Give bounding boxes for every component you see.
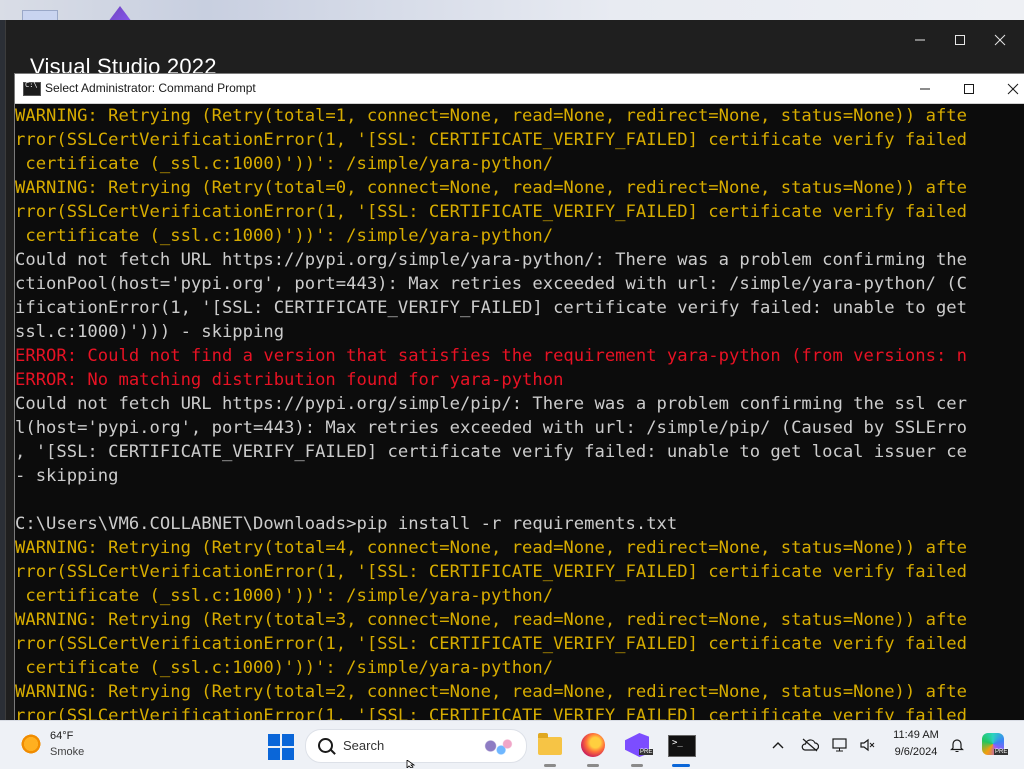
onedrive-tray-button[interactable] (800, 735, 820, 755)
terminal-icon (668, 735, 696, 757)
console-line: rror(SSLCertVerificationError(1, '[SSL: … (15, 130, 967, 150)
cloud-offline-icon (801, 738, 819, 752)
command-prompt-window[interactable]: Select Administrator: Command Prompt WAR… (14, 73, 1024, 722)
console-line: WARNING: Retrying (Retry(total=2, connec… (15, 682, 967, 702)
console-line: ERROR: Could not find a version that sat… (15, 346, 967, 366)
desktop-background (0, 0, 1024, 20)
console-line: rror(SSLCertVerificationError(1, '[SSL: … (15, 202, 967, 222)
taskbar-file-explorer[interactable] (534, 729, 566, 767)
mouse-cursor-icon (406, 760, 416, 768)
cmd-maximize-button[interactable] (947, 74, 991, 103)
taskbar-terminal[interactable] (665, 729, 697, 767)
windows-logo-icon (268, 734, 280, 746)
network-tray-button[interactable] (830, 735, 850, 755)
volume-tray-button[interactable] (858, 735, 878, 755)
clock-time: 11:49 AM (893, 729, 939, 741)
taskbar: 64°F Smoke Search PRE >_ 11:49 AM 9/6/20… (0, 720, 1024, 769)
console-line: certificate (_ssl.c:1000)'))': /simple/y… (15, 226, 554, 246)
console-line: rror(SSLCertVerificationError(1, '[SSL: … (15, 634, 967, 654)
taskbar-search-box[interactable]: Search (305, 729, 527, 763)
start-button[interactable] (268, 734, 294, 760)
chevron-up-icon (772, 742, 784, 749)
console-line: - skipping (15, 466, 119, 486)
console-line: certificate (_ssl.c:1000)'))': /simple/y… (15, 154, 554, 174)
show-hidden-icons-button[interactable] (770, 735, 786, 755)
console-line: rror(SSLCertVerificationError(1, '[SSL: … (15, 562, 967, 582)
search-placeholder: Search (343, 738, 385, 753)
console-line: , '[SSL: CERTIFICATE_VERIFY_FAILED] cert… (15, 442, 967, 462)
maximize-icon (964, 83, 974, 94)
console-line: certificate (_ssl.c:1000)'))': /simple/y… (15, 658, 554, 678)
network-icon (832, 738, 847, 752)
cmd-window-title: Select Administrator: Command Prompt (45, 81, 256, 95)
bell-icon (950, 739, 964, 752)
close-icon (1007, 83, 1019, 94)
console-line: ificationError(1, '[SSL: CERTIFICATE_VER… (15, 298, 967, 318)
clock-date: 9/6/2024 (894, 746, 938, 758)
cmd-titlebar[interactable]: Select Administrator: Command Prompt (15, 74, 1024, 104)
console-line: WARNING: Retrying (Retry(total=4, connec… (15, 538, 967, 558)
vs-minimize-button[interactable] (900, 26, 940, 54)
vs-maximize-button[interactable] (940, 26, 980, 54)
console-line: ERROR: No matching distribution found fo… (15, 370, 564, 390)
taskbar-firefox[interactable] (577, 729, 609, 767)
console-line: Could not fetch URL https://pypi.org/sim… (15, 394, 967, 414)
search-highlight-icon (478, 736, 520, 756)
console-line: WARNING: Retrying (Retry(total=3, connec… (15, 610, 967, 630)
weather-condition: Smoke (50, 746, 85, 758)
cmd-close-button[interactable] (991, 74, 1024, 103)
weather-sun-icon (20, 733, 42, 755)
cmd-minimize-button[interactable] (903, 74, 947, 103)
taskbar-visual-studio[interactable]: PRE (621, 729, 654, 767)
console-output[interactable]: WARNING: Retrying (Retry(total=1, connec… (15, 104, 1024, 721)
notifications-button[interactable] (948, 735, 966, 755)
preview-badge: PRE (639, 749, 654, 755)
close-icon (994, 34, 1006, 46)
console-line: l(host='pypi.org', port=443): Max retrie… (15, 418, 967, 438)
minimize-icon (915, 39, 925, 41)
console-line: rror(SSLCertVerificationError(1, '[SSL: … (15, 706, 967, 721)
console-line: certificate (_ssl.c:1000)'))': /simple/y… (15, 586, 554, 606)
copilot-preview-badge: PRE (994, 749, 1009, 755)
weather-temperature: 64°F (50, 730, 74, 742)
vs-close-button[interactable] (980, 26, 1020, 54)
file-explorer-icon (538, 733, 562, 755)
console-line: ssl.c:1000)'))) - skipping (15, 322, 285, 342)
firefox-icon (581, 733, 605, 757)
console-line: Could not fetch URL https://pypi.org/sim… (15, 250, 967, 270)
volume-muted-icon (860, 738, 875, 752)
search-icon (318, 738, 333, 753)
console-line: WARNING: Retrying (Retry(total=1, connec… (15, 106, 967, 126)
console-line: C:\Users\VM6.COLLABNET\Downloads>pip ins… (15, 514, 678, 534)
command-prompt-icon (23, 81, 41, 96)
maximize-icon (955, 35, 965, 45)
console-line: WARNING: Retrying (Retry(total=0, connec… (15, 178, 967, 198)
minimize-icon (920, 88, 930, 89)
console-line: ctionPool(host='pypi.org', port=443): Ma… (15, 274, 967, 294)
